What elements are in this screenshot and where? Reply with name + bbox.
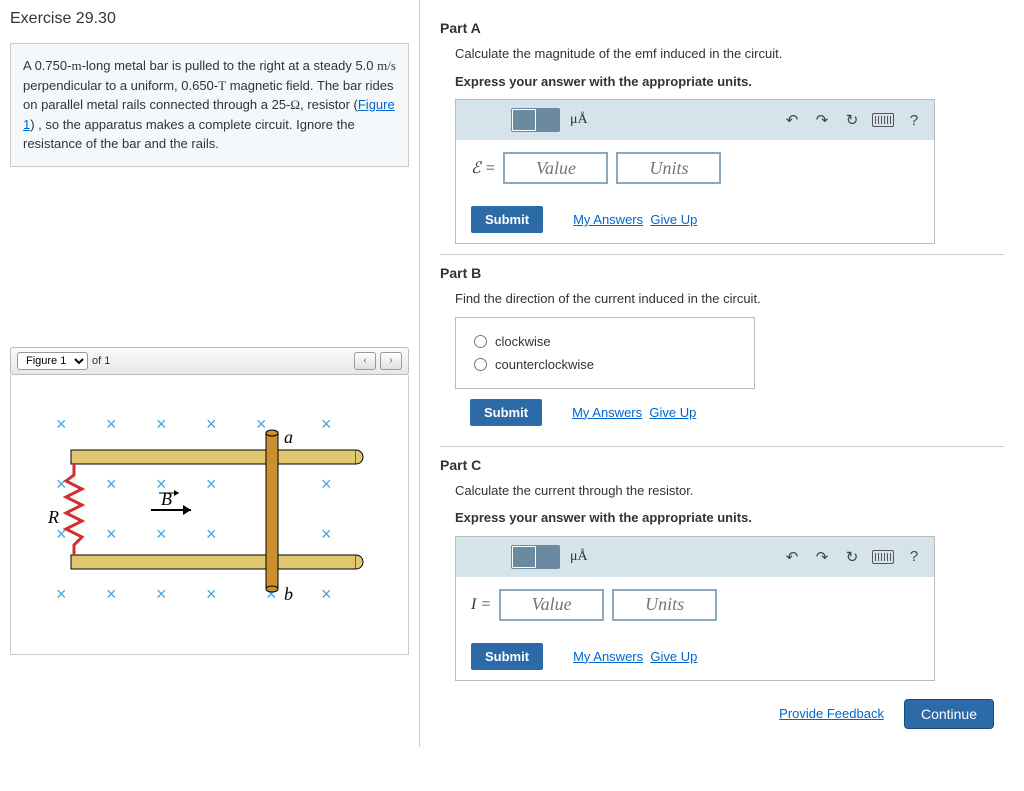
svg-text:×: × (106, 474, 117, 494)
part-c-value-input[interactable] (499, 589, 604, 621)
keyboard-icon[interactable] (872, 113, 894, 127)
part-b-radio-counterclockwise[interactable] (474, 358, 487, 371)
figure-count: of 1 (92, 355, 110, 367)
svg-text:×: × (256, 414, 267, 434)
symbols-button[interactable]: μÅ (570, 112, 588, 128)
undo-icon-c[interactable]: ↶ (782, 548, 802, 566)
part-c-my-answers-link[interactable]: My Answers (573, 649, 643, 664)
svg-text:×: × (206, 474, 217, 494)
problem-statement: A 0.750-m-long metal bar is pulled to th… (10, 43, 409, 167)
figure-nav: Figure 1 of 1 ‹ › (10, 347, 409, 375)
part-a-units-input[interactable] (616, 152, 721, 184)
redo-icon-c[interactable]: ↷ (812, 548, 832, 566)
part-a-header: Part A (440, 20, 1004, 36)
reset-icon[interactable]: ↻ (842, 111, 862, 129)
svg-text:×: × (321, 584, 332, 604)
svg-text:a: a (284, 427, 293, 447)
svg-text:B: B (161, 489, 172, 509)
help-icon[interactable]: ? (904, 112, 924, 129)
svg-text:×: × (106, 414, 117, 434)
part-c-units-input[interactable] (612, 589, 717, 621)
template-btn-c2[interactable] (536, 547, 558, 567)
part-c-give-up-link[interactable]: Give Up (650, 649, 697, 664)
svg-text:b: b (284, 584, 293, 604)
part-b: Part B Find the direction of the current… (440, 254, 1004, 436)
svg-text:×: × (206, 414, 217, 434)
template-tool-c[interactable] (511, 545, 560, 569)
part-a-prompt: Calculate the magnitude of the emf induc… (455, 44, 1004, 64)
part-a-answer-box: μÅ ↶ ↷ ↻ ? ℰ = Submit My Answers (455, 99, 935, 244)
continue-button[interactable]: Continue (904, 699, 994, 729)
part-c-instruction: Express your answer with the appropriate… (455, 508, 1004, 528)
svg-text:×: × (56, 524, 67, 544)
figure-prev-button[interactable]: ‹ (354, 352, 376, 370)
exercise-title: Exercise 29.30 (10, 10, 409, 28)
part-b-radio-clockwise[interactable] (474, 335, 487, 348)
template-btn-2[interactable] (536, 110, 558, 130)
svg-text:×: × (106, 524, 117, 544)
svg-text:×: × (56, 474, 67, 494)
svg-text:×: × (321, 524, 332, 544)
part-a-var-label: ℰ = (471, 158, 495, 178)
footer: Provide Feedback Continue (440, 691, 1004, 737)
svg-text:×: × (56, 414, 67, 434)
svg-text:×: × (321, 474, 332, 494)
redo-icon[interactable]: ↷ (812, 111, 832, 129)
svg-text:×: × (106, 584, 117, 604)
part-c-answer-box: μÅ ↶ ↷ ↻ ? I = Submit My Answers (455, 536, 935, 681)
part-a-give-up-link[interactable]: Give Up (650, 212, 697, 227)
part-a-my-answers-link[interactable]: My Answers (573, 212, 643, 227)
part-b-submit-button[interactable]: Submit (470, 399, 542, 426)
provide-feedback-link[interactable]: Provide Feedback (779, 706, 884, 721)
template-btn-c1[interactable] (513, 547, 535, 567)
part-c-prompt: Calculate the current through the resist… (455, 481, 1004, 501)
reset-icon-c[interactable]: ↻ (842, 548, 862, 566)
part-c-var-label: I = (471, 596, 491, 614)
part-a-value-input[interactable] (503, 152, 608, 184)
figure-select[interactable]: Figure 1 (17, 352, 88, 370)
figure-link[interactable]: Figure 1 (23, 97, 395, 132)
svg-text:×: × (321, 414, 332, 434)
part-a: Part A Calculate the magnitude of the em… (440, 10, 1004, 244)
svg-text:×: × (156, 584, 167, 604)
help-icon-c[interactable]: ? (904, 548, 924, 565)
part-a-instruction: Express your answer with the appropriate… (455, 72, 1004, 92)
undo-icon[interactable]: ↶ (782, 111, 802, 129)
svg-text:×: × (56, 584, 67, 604)
part-b-give-up-link[interactable]: Give Up (649, 405, 696, 420)
part-a-submit-button[interactable]: Submit (471, 206, 543, 233)
figure-canvas: ×××××× ××××× ××××× ×××××× (10, 375, 409, 655)
svg-text:×: × (206, 584, 217, 604)
symbols-button-c[interactable]: μÅ (570, 549, 588, 565)
part-c-header: Part C (440, 457, 1004, 473)
svg-text:×: × (206, 524, 217, 544)
keyboard-icon-c[interactable] (872, 550, 894, 564)
svg-text:×: × (156, 414, 167, 434)
part-b-opt1-label: clockwise (495, 334, 551, 349)
part-b-options: clockwise counterclockwise (455, 317, 755, 389)
part-b-opt2-label: counterclockwise (495, 357, 594, 372)
template-btn-1[interactable] (513, 110, 535, 130)
part-c: Part C Calculate the current through the… (440, 446, 1004, 681)
part-b-prompt: Find the direction of the current induce… (455, 289, 1004, 309)
part-c-submit-button[interactable]: Submit (471, 643, 543, 670)
template-tool[interactable] (511, 108, 560, 132)
part-b-my-answers-link[interactable]: My Answers (572, 405, 642, 420)
part-b-header: Part B (440, 265, 1004, 281)
svg-text:×: × (156, 524, 167, 544)
svg-text:R: R (47, 507, 59, 527)
figure-next-button[interactable]: › (380, 352, 402, 370)
